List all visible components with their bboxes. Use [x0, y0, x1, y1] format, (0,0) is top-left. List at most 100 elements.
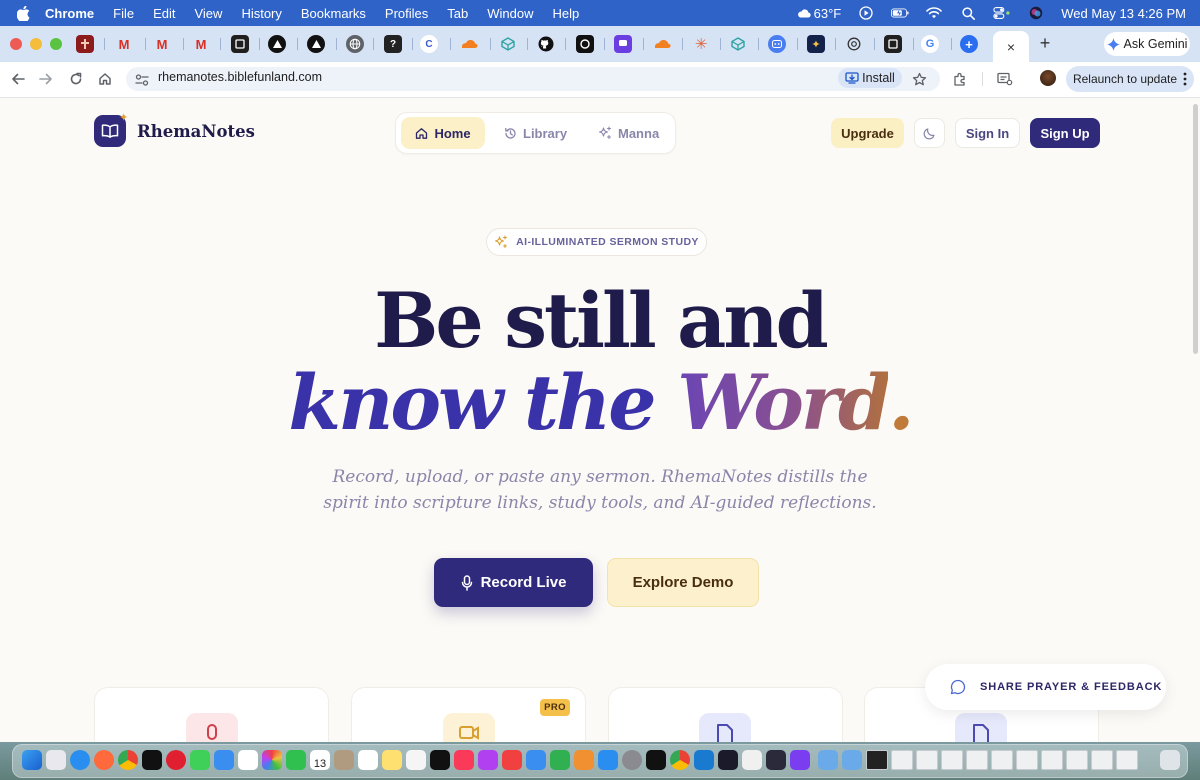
minimized-window-thumbnail[interactable]	[941, 750, 963, 770]
tab-favicon-globe-icon[interactable]	[346, 35, 364, 53]
forward-arrow-icon[interactable]	[36, 69, 56, 89]
chrome-icon[interactable]	[118, 750, 138, 770]
bookmark-star-icon[interactable]	[909, 69, 929, 89]
minimized-window-thumbnail[interactable]	[1041, 750, 1063, 770]
spotlight-search-icon[interactable]	[959, 5, 977, 21]
menu-app-name[interactable]: Chrome	[45, 6, 94, 21]
tab-favicon-openai-icon[interactable]	[845, 35, 863, 53]
upgrade-button[interactable]: Upgrade	[831, 118, 904, 148]
tab-favicon-vercel-icon[interactable]	[307, 35, 325, 53]
menu-edit[interactable]: Edit	[153, 6, 175, 21]
apple-menu-icon[interactable]	[15, 5, 31, 21]
menu-profiles[interactable]: Profiles	[385, 6, 428, 21]
menu-tab[interactable]: Tab	[447, 6, 468, 21]
system-settings-icon[interactable]	[622, 750, 642, 770]
music-icon[interactable]	[454, 750, 474, 770]
safari-icon[interactable]	[70, 750, 90, 770]
minimized-window-thumbnail[interactable]	[891, 750, 913, 770]
claude-app-icon[interactable]	[766, 750, 786, 770]
menu-help[interactable]: Help	[553, 6, 580, 21]
reading-list-icon[interactable]	[995, 69, 1015, 89]
menu-window[interactable]: Window	[487, 6, 533, 21]
siri-icon[interactable]	[1027, 5, 1045, 21]
play-icon[interactable]	[857, 5, 875, 21]
numbers-icon[interactable]	[550, 750, 570, 770]
minimized-window-thumbnail[interactable]	[966, 750, 988, 770]
notes-icon[interactable]	[382, 750, 402, 770]
install-app-button[interactable]: Install	[838, 68, 902, 88]
chatgpt-icon[interactable]	[646, 750, 666, 770]
ai-assistant-icon[interactable]	[790, 750, 810, 770]
menu-history[interactable]: History	[241, 6, 281, 21]
facetime-icon[interactable]	[286, 750, 306, 770]
mail-icon[interactable]	[214, 750, 234, 770]
messages-icon[interactable]	[190, 750, 210, 770]
antigravity-icon[interactable]	[718, 750, 738, 770]
tab-favicon-cloudflare-icon[interactable]	[653, 35, 671, 53]
tab-favicon-plus-icon[interactable]: +	[960, 35, 978, 53]
minimized-window-thumbnail[interactable]	[1116, 750, 1138, 770]
tab-favicon-chat-icon[interactable]	[614, 35, 632, 53]
tab-favicon-app-icon[interactable]	[884, 35, 902, 53]
tab-favicon-app-icon[interactable]: ?	[384, 35, 402, 53]
url-text[interactable]: rhemanotes.biblefunland.com	[158, 70, 322, 84]
close-window-button[interactable]	[10, 38, 22, 50]
pages-icon[interactable]	[574, 750, 594, 770]
minimized-window-thumbnail[interactable]	[991, 750, 1013, 770]
minimized-window-thumbnail[interactable]	[866, 750, 888, 770]
tab-favicon-sparkle-icon[interactable]: ✳	[692, 35, 710, 53]
tab-favicon-c-icon[interactable]: C	[420, 35, 438, 53]
tab-favicon-google-icon[interactable]: G	[921, 35, 939, 53]
duckduckgo-icon[interactable]	[94, 750, 114, 770]
active-tab[interactable]: ×	[993, 31, 1029, 62]
record-live-button[interactable]: Record Live	[434, 558, 593, 607]
site-info-tune-icon[interactable]	[132, 70, 152, 90]
tab-close-icon[interactable]: ×	[1007, 39, 1015, 55]
folder-icon[interactable]	[842, 750, 862, 770]
menu-bookmarks[interactable]: Bookmarks	[301, 6, 366, 21]
apple-tv-icon[interactable]	[430, 750, 450, 770]
podcasts-icon[interactable]	[478, 750, 498, 770]
brand-name[interactable]: RhemaNotes	[137, 122, 255, 141]
tab-favicon-cube-icon[interactable]	[499, 35, 517, 53]
sign-up-button[interactable]: Sign Up	[1030, 118, 1100, 148]
theme-toggle-button[interactable]	[914, 118, 945, 148]
page-scrollbar[interactable]	[1193, 104, 1198, 354]
arc-browser-icon[interactable]	[142, 750, 162, 770]
extensions-puzzle-icon[interactable]	[950, 69, 970, 89]
finder-icon[interactable]	[22, 750, 42, 770]
tab-favicon-gmail-icon[interactable]: M	[192, 35, 210, 53]
menubar-clock[interactable]: Wed May 13 4:26 PM	[1061, 6, 1186, 21]
freeform-icon[interactable]	[406, 750, 426, 770]
tab-favicon-cube-icon[interactable]	[729, 35, 747, 53]
chrome-canary-icon[interactable]	[670, 750, 690, 770]
back-arrow-icon[interactable]	[8, 69, 28, 89]
launchpad-icon[interactable]	[46, 750, 66, 770]
zoom-window-button[interactable]	[50, 38, 62, 50]
menu-view[interactable]: View	[194, 6, 222, 21]
tab-favicon-cloudflare-icon[interactable]	[460, 35, 478, 53]
app-store-icon[interactable]	[598, 750, 618, 770]
nav-manna[interactable]: Manna	[598, 117, 659, 149]
nav-home[interactable]: Home	[401, 117, 485, 149]
tab-favicon-gmail-icon[interactable]: M	[153, 35, 171, 53]
nav-library[interactable]: Library	[504, 117, 567, 149]
tab-favicon-app-icon[interactable]	[231, 35, 249, 53]
menu-file[interactable]: File	[113, 6, 134, 21]
tab-favicon-star-icon[interactable]: ✦	[807, 35, 825, 53]
news-icon[interactable]	[502, 750, 522, 770]
minimized-window-thumbnail[interactable]	[1016, 750, 1038, 770]
folder-icon[interactable]	[818, 750, 838, 770]
home-icon[interactable]	[95, 69, 115, 89]
new-tab-button[interactable]: +	[1036, 33, 1054, 53]
trash-icon[interactable]	[1160, 750, 1180, 770]
tab-favicon-openai-icon[interactable]	[576, 35, 594, 53]
profile-avatar[interactable]	[1040, 70, 1056, 86]
minimize-window-button[interactable]	[30, 38, 42, 50]
reload-icon[interactable]	[66, 69, 86, 89]
maps-icon[interactable]	[238, 750, 258, 770]
tab-favicon-bot-icon[interactable]	[768, 35, 786, 53]
tab-favicon-vercel-icon[interactable]	[268, 35, 286, 53]
sign-in-button[interactable]: Sign In	[955, 118, 1020, 148]
textedit-icon[interactable]	[742, 750, 762, 770]
